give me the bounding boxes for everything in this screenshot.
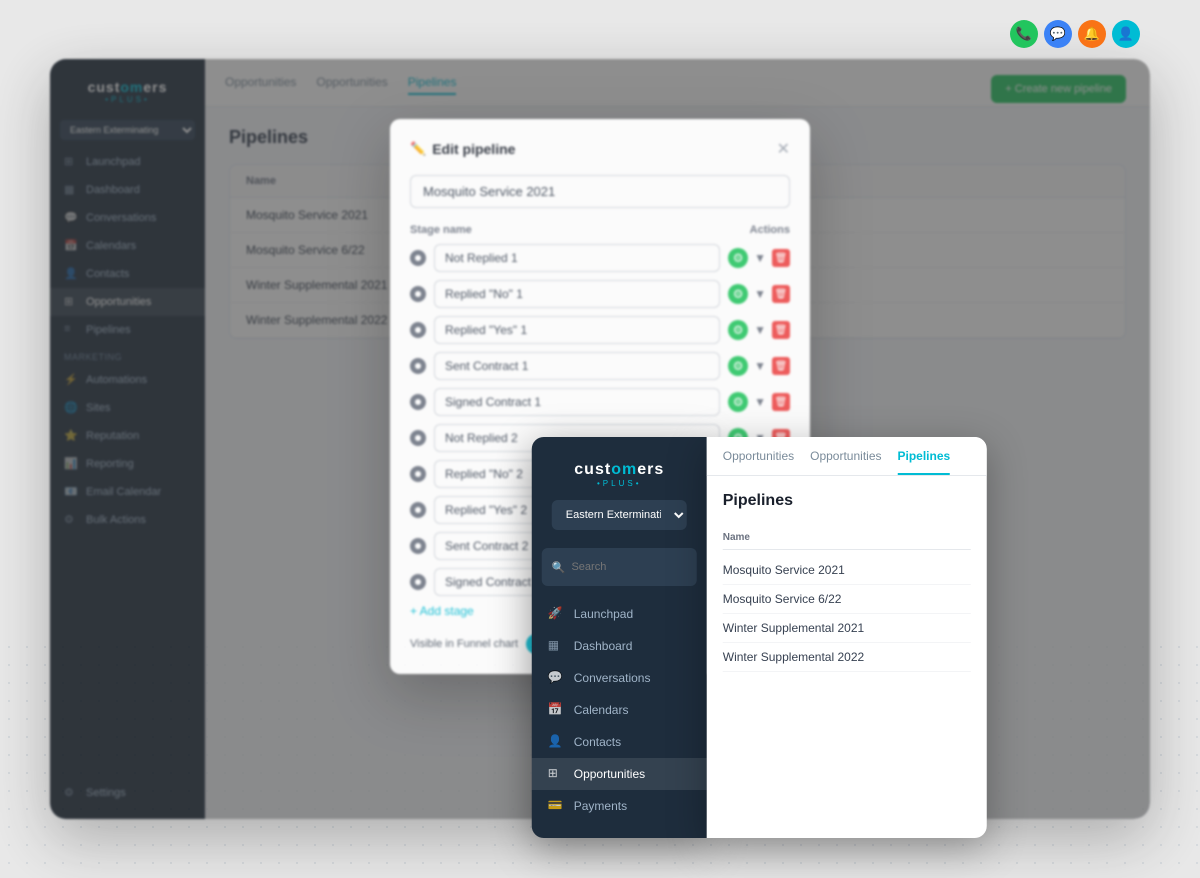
mini-nav-calendars[interactable]: 📅 Calendars (532, 694, 707, 726)
stage-input-4[interactable] (434, 388, 720, 416)
stage-add-button-0[interactable]: ⚙ (728, 248, 748, 268)
stage-check-0 (410, 250, 426, 266)
stage-actions-3: ⚙ ▼ 🗑 (728, 356, 790, 376)
stage-actions-0: ⚙ ▼ 🗑 (728, 248, 790, 268)
mini-table-row-2[interactable]: Winter Supplemental 2021 (723, 614, 971, 643)
notification-icon[interactable]: 🔔 (1078, 20, 1106, 48)
pipeline-name-input[interactable] (410, 175, 790, 208)
stage-check-9 (410, 574, 426, 590)
profile-icon[interactable]: 👤 (1112, 20, 1140, 48)
stage-check-8 (410, 538, 426, 554)
mini-dashboard-icon: ▦ (548, 638, 564, 654)
phone-icon[interactable]: 📞 (1010, 20, 1038, 48)
mini-nav-contacts[interactable]: 👤 Contacts (532, 726, 707, 758)
mini-payments-icon: 💳 (548, 798, 564, 814)
stage-filter-button-1[interactable]: ▼ (754, 287, 766, 301)
mini-page-title: Pipelines (723, 492, 971, 510)
stage-input-2[interactable] (434, 316, 720, 344)
stage-delete-button-0[interactable]: 🗑 (772, 249, 790, 267)
stage-delete-button-2[interactable]: 🗑 (772, 321, 790, 339)
mini-nav-payments[interactable]: 💳 Payments (532, 790, 707, 822)
stage-row-0: ⚙ ▼ 🗑 (410, 244, 790, 272)
stage-row-4: ⚙ ▼ 🗑 (410, 388, 790, 416)
stage-check-5 (410, 430, 426, 446)
modal-title: ✏️ Edit pipeline (410, 141, 515, 157)
mini-page-content: Pipelines Name Mosquito Service 2021 Mos… (707, 476, 987, 688)
mini-table-row-3[interactable]: Winter Supplemental 2022 (723, 643, 971, 672)
stage-filter-button-0[interactable]: ▼ (754, 251, 766, 265)
stage-row-3: ⚙ ▼ 🗑 (410, 352, 790, 380)
mini-nav-launchpad[interactable]: 🚀 Launchpad (532, 598, 707, 630)
stage-check-7 (410, 502, 426, 518)
stage-name-label: Stage name (410, 224, 472, 236)
edit-icon: ✏️ (410, 141, 426, 157)
mini-conversations-icon: 💬 (548, 670, 564, 686)
stage-delete-button-4[interactable]: 🗑 (772, 393, 790, 411)
mini-tab-pipelines[interactable]: Pipelines (898, 449, 951, 475)
funnel-chart-label: Visible in Funnel chart (410, 638, 518, 650)
stage-filter-button-3[interactable]: ▼ (754, 359, 766, 373)
stage-check-2 (410, 322, 426, 338)
mini-logo-sub: •PLUS• (544, 479, 695, 488)
mini-table-row-1[interactable]: Mosquito Service 6/22 (723, 585, 971, 614)
stage-header: Stage name Actions (410, 224, 790, 236)
mini-calendars-icon: 📅 (548, 702, 564, 718)
stage-delete-button-3[interactable]: 🗑 (772, 357, 790, 375)
stage-row-1: ⚙ ▼ 🗑 (410, 280, 790, 308)
mini-contacts-icon: 👤 (548, 734, 564, 750)
mini-nav-conversations[interactable]: 💬 Conversations (532, 662, 707, 694)
stage-actions-2: ⚙ ▼ 🗑 (728, 320, 790, 340)
mini-table-header: Name (723, 526, 971, 550)
stage-add-button-1[interactable]: ⚙ (728, 284, 748, 304)
mini-sidebar: customers •PLUS• Eastern Exterminating 🔍… (532, 437, 707, 838)
close-button[interactable]: ✕ (777, 139, 790, 159)
search-bar: 🔍 ctrl K + (542, 548, 697, 586)
stage-check-6 (410, 466, 426, 482)
stage-add-button-2[interactable]: ⚙ (728, 320, 748, 340)
floating-panel: customers •PLUS• Eastern Exterminating 🔍… (532, 437, 987, 838)
stage-delete-button-1[interactable]: 🗑 (772, 285, 790, 303)
mini-opportunities-icon: ⊞ (548, 766, 564, 782)
stage-check-1 (410, 286, 426, 302)
mini-table-row-0[interactable]: Mosquito Service 2021 (723, 556, 971, 585)
stage-add-button-3[interactable]: ⚙ (728, 356, 748, 376)
stage-check-4 (410, 394, 426, 410)
mini-tabs: Opportunities Opportunities Pipelines (707, 437, 987, 476)
stage-add-button-4[interactable]: ⚙ (728, 392, 748, 412)
stage-filter-button-2[interactable]: ▼ (754, 323, 766, 337)
stage-filter-button-4[interactable]: ▼ (754, 395, 766, 409)
actions-label: Actions (750, 224, 790, 236)
mini-right-panel: Opportunities Opportunities Pipelines Pi… (707, 437, 987, 838)
chat-icon[interactable]: 💬 (1044, 20, 1072, 48)
stage-input-1[interactable] (434, 280, 720, 308)
stage-actions-4: ⚙ ▼ 🗑 (728, 392, 790, 412)
stage-row-2: ⚙ ▼ 🗑 (410, 316, 790, 344)
mini-tab-opportunities-sub[interactable]: Opportunities (810, 449, 881, 475)
stage-check-3 (410, 358, 426, 374)
search-icon: 🔍 (552, 561, 566, 574)
mini-logo-text: customers (544, 461, 695, 479)
mini-nav-dashboard[interactable]: ▦ Dashboard (532, 630, 707, 662)
mini-tab-opportunities-main[interactable]: Opportunities (723, 449, 794, 475)
company-select[interactable]: Eastern Exterminating (552, 500, 687, 530)
mini-launchpad-icon: 🚀 (548, 606, 564, 622)
mini-nav-opportunities[interactable]: ⊞ Opportunities (532, 758, 707, 790)
stage-input-3[interactable] (434, 352, 720, 380)
modal-header: ✏️ Edit pipeline ✕ (410, 139, 790, 159)
top-right-icons: 📞 💬 🔔 👤 (1010, 20, 1140, 48)
search-input[interactable] (571, 561, 713, 573)
stage-actions-1: ⚙ ▼ 🗑 (728, 284, 790, 304)
mini-logo: customers •PLUS• (532, 453, 707, 500)
stage-input-0[interactable] (434, 244, 720, 272)
